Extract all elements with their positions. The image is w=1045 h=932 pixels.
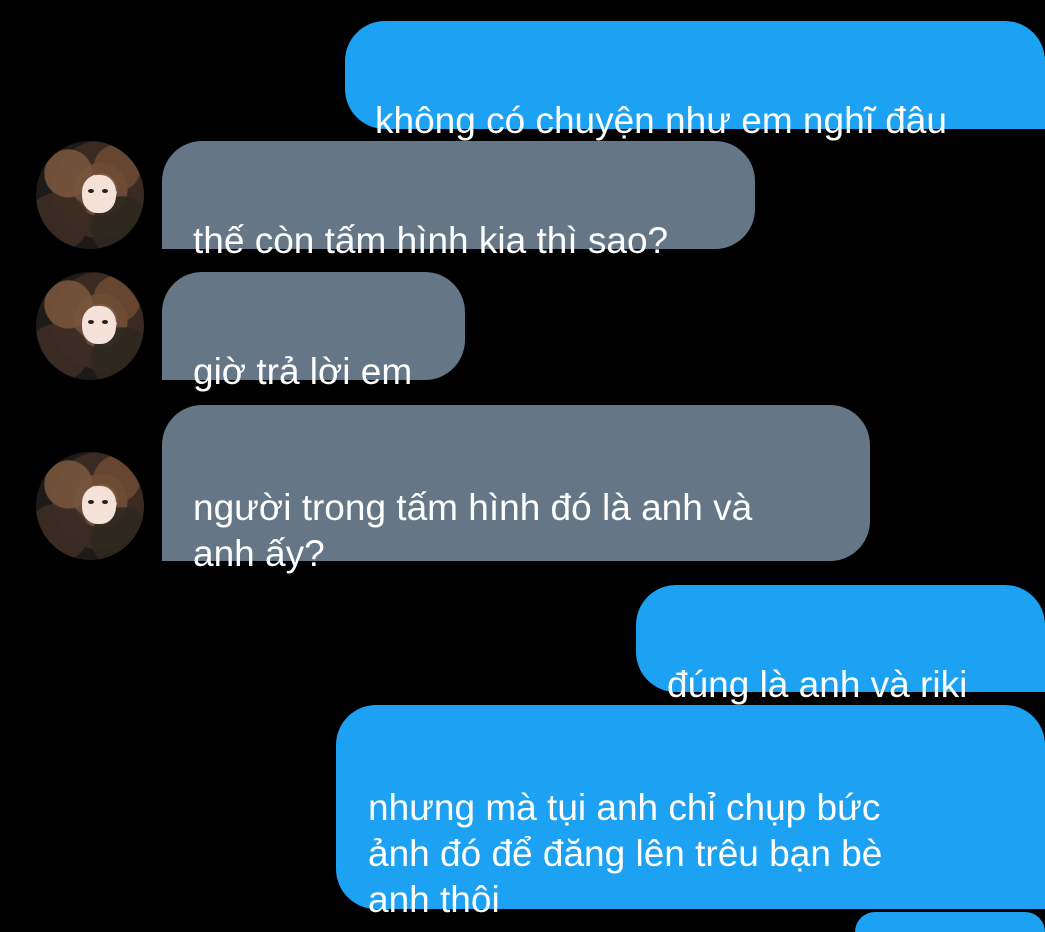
contact-avatar[interactable] bbox=[36, 141, 144, 249]
message-bubble-sent-partial[interactable] bbox=[855, 912, 1045, 932]
message-text: đúng là anh và riki bbox=[667, 664, 968, 705]
message-bubble-sent[interactable]: đúng là anh và riki bbox=[636, 585, 1045, 705]
message-text: giờ trả lời em bbox=[193, 351, 413, 392]
message-text: không có chuyện như em nghĩ đâu bbox=[375, 100, 947, 141]
message-bubble-sent[interactable]: không có chuyện như em nghĩ đâu bbox=[345, 21, 1045, 141]
message-bubble-received[interactable]: giờ trả lời em bbox=[162, 272, 465, 392]
chat-thread: không có chuyện như em nghĩ đâu thế còn … bbox=[0, 0, 1045, 932]
message-text: nhưng mà tụi anh chỉ chụp bức ảnh đó để … bbox=[368, 787, 883, 920]
message-text: người trong tấm hình đó là anh và anh ấy… bbox=[193, 487, 753, 574]
contact-avatar[interactable] bbox=[36, 452, 144, 560]
contact-avatar[interactable] bbox=[36, 272, 144, 380]
message-text: thế còn tấm hình kia thì sao? bbox=[193, 220, 669, 261]
message-bubble-sent[interactable]: nhưng mà tụi anh chỉ chụp bức ảnh đó để … bbox=[336, 705, 1045, 920]
message-bubble-received[interactable]: người trong tấm hình đó là anh và anh ấy… bbox=[162, 405, 870, 574]
message-bubble-received[interactable]: thế còn tấm hình kia thì sao? bbox=[162, 141, 755, 261]
